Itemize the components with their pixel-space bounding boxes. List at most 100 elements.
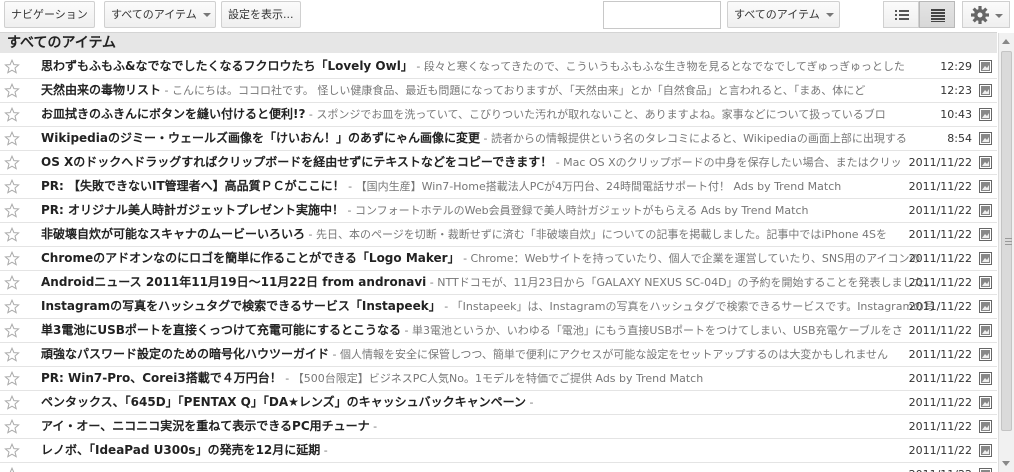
scrollbar[interactable] [998, 33, 1014, 472]
list-item[interactable]: 非破壊自炊が可能なスキャナのムービーいろいろ - 先日、本のページを切断・裁断せ… [0, 223, 997, 247]
item-entry[interactable]: お皿拭きのふきんにボタンを縫い付けると便利!? - スポンジでお皿を洗っていて、… [41, 103, 933, 126]
list-item[interactable]: Chromeのアドオンなのにロゴを簡単に作ることができる「Logo Maker」… [0, 247, 997, 271]
item-snippet: - 【500台限定】ビジネスPC人気No。1モデルを特価でご提供 Ads by … [281, 372, 704, 385]
star-icon[interactable] [4, 347, 20, 363]
open-original-icon[interactable] [979, 276, 992, 289]
item-entry[interactable]: PR: 【失敗できないIT管理者へ】高品質ＰＣがここに！ - 【国内生産】Win… [41, 175, 933, 198]
list-item[interactable]: レノボ、「IdeaPad U300s」の発売を12月に延期 - 2011/11/… [0, 439, 997, 463]
open-original-icon[interactable] [979, 396, 992, 409]
item-snippet: - スポンジでお皿を洗っていて、こびりついた汚れが取れないこと、ありますよね。家… [305, 108, 886, 121]
item-entry[interactable]: Androidニュース 2011年11月19日〜11月22日 from andr… [41, 271, 933, 294]
star-icon[interactable] [4, 251, 20, 267]
list-item[interactable]: 単3電池にUSBポートを直接くっつけて充電可能にするとこうなる - 単3電池とい… [0, 319, 997, 343]
open-original-icon[interactable] [979, 348, 992, 361]
list-item[interactable]: 天然由来の毒物リスト - こんにちは。ココロ社です。 怪しい健康食品、最近も問題… [0, 79, 997, 103]
star-icon[interactable] [4, 443, 20, 459]
item-date: 2011/11/22 [908, 324, 972, 337]
open-original-icon[interactable] [979, 252, 992, 265]
item-entry[interactable]: PR: Win7-Pro、Corei3搭載で４万円台！ - 【500台限定】ビジ… [41, 367, 933, 390]
list-item[interactable]: PR: オリジナル美人時計ガジェットプレゼント実施中！ - コンフォートホテルの… [0, 199, 997, 223]
item-entry[interactable]: アイ・オー、ニコニコ実況を重ねて表示できるPC用チューナ - [41, 415, 933, 438]
navigation-dropdown[interactable]: ナビゲーション [4, 1, 95, 28]
item-date: 12:23 [940, 84, 972, 97]
list-item[interactable]: OS Xのドックへドラッグすればクリップボードを経由せずにテキストなどをコピーで… [0, 151, 997, 175]
item-entry[interactable]: Chromeのアドオンなのにロゴを簡単に作ることができる「Logo Maker」… [41, 247, 933, 270]
search-scope-dropdown-label: すべてのアイテム [734, 8, 820, 21]
item-date: 2011/11/22 [909, 463, 972, 472]
list-item[interactable]: お皿拭きのふきんにボタンを縫い付けると便利!? - スポンジでお皿を洗っていて、… [0, 103, 997, 127]
item-entry[interactable] [41, 463, 933, 472]
search-input[interactable] [603, 1, 721, 29]
open-original-icon[interactable] [979, 444, 992, 457]
list-item[interactable]: ペンタックス、「645D」「PENTAX Q」「DA★レンズ」のキャッシュバック… [0, 391, 997, 415]
item-date: 2011/11/22 [908, 396, 972, 409]
star-icon[interactable] [4, 467, 20, 472]
expanded-view-button[interactable] [919, 1, 955, 28]
scroll-down-icon[interactable] [1002, 461, 1010, 466]
item-entry[interactable]: 非破壊自炊が可能なスキャナのムービーいろいろ - 先日、本のページを切断・裁断せ… [41, 223, 933, 246]
item-snippet: - コンフォートホテルのWeb会員登録で美人時計ガジェットがもらえる Ads b… [344, 204, 809, 217]
list-item[interactable]: PR: Win7-Pro、Corei3搭載で４万円台！ - 【500台限定】ビジ… [0, 367, 997, 391]
star-icon[interactable] [4, 83, 20, 99]
item-title: 単3電池にUSBポートを直接くっつけて充電可能にするとこうなる [41, 323, 402, 337]
open-original-icon[interactable] [979, 372, 992, 385]
star-icon[interactable] [4, 107, 20, 123]
star-icon[interactable] [4, 419, 20, 435]
star-icon[interactable] [4, 323, 20, 339]
open-original-icon[interactable] [979, 132, 992, 145]
open-original-icon[interactable] [979, 108, 992, 121]
list-item[interactable]: PR: 【失敗できないIT管理者へ】高品質ＰＣがここに！ - 【国内生産】Win… [0, 175, 997, 199]
open-original-icon[interactable] [979, 324, 992, 337]
item-entry[interactable]: 思わずもふもふ&なでなでしたくなるフクロウたち「Lovely Owl」 - 段々… [41, 55, 933, 78]
star-icon[interactable] [4, 299, 20, 315]
item-title: Chromeのアドオンなのにロゴを簡単に作ることができる「Logo Maker」 [41, 251, 460, 265]
star-icon[interactable] [4, 227, 20, 243]
star-icon[interactable] [4, 371, 20, 387]
open-original-icon[interactable] [979, 468, 992, 472]
star-icon[interactable] [4, 395, 20, 411]
open-original-icon[interactable] [979, 156, 992, 169]
item-entry[interactable]: 天然由来の毒物リスト - こんにちは。ココロ社です。 怪しい健康食品、最近も問題… [41, 79, 933, 102]
star-icon[interactable] [4, 275, 20, 291]
search-scope-dropdown[interactable]: すべてのアイテム [727, 1, 840, 28]
star-icon[interactable] [4, 203, 20, 219]
open-original-icon[interactable] [979, 180, 992, 193]
item-snippet: - NTTドコモが、11月23日から「GALAXY NEXUS SC-04D」の… [426, 276, 933, 289]
item-entry[interactable]: 単3電池にUSBポートを直接くっつけて充電可能にするとこうなる - 単3電池とい… [41, 319, 933, 342]
item-entry[interactable]: PR: オリジナル美人時計ガジェットプレゼント実施中！ - コンフォートホテルの… [41, 199, 933, 222]
open-original-icon[interactable] [979, 420, 992, 433]
scroll-up-icon[interactable] [1002, 39, 1010, 44]
item-entry[interactable]: OS Xのドックへドラッグすればクリップボードを経由せずにテキストなどをコピーで… [41, 151, 933, 174]
view-settings-dropdown[interactable]: 設定を表示... [221, 1, 301, 28]
open-original-icon[interactable] [979, 60, 992, 73]
list-item[interactable]: Instagramの写真をハッシュタグで検索できるサービス「Instapeek」… [0, 295, 997, 319]
item-list: 思わずもふもふ&なでなでしたくなるフクロウたち「Lovely Owl」 - 段々… [0, 55, 997, 472]
list-item[interactable]: 2011/11/22 [0, 463, 997, 472]
list-item[interactable]: 頑強なパスワード設定のための暗号化ハウツーガイド - 個人情報を安全に保管しつつ… [0, 343, 997, 367]
item-snippet: - 先日、本のページを切断・裁断せずに済む「非破壊自炊」についての記事を掲載しま… [305, 228, 888, 241]
filter-dropdown[interactable]: すべてのアイテム [104, 1, 216, 28]
open-original-icon[interactable] [979, 84, 992, 97]
item-entry[interactable]: Instagramの写真をハッシュタグで検索できるサービス「Instapeek」… [41, 295, 933, 318]
scroll-thumb[interactable] [1001, 51, 1012, 431]
list-item[interactable]: Androidニュース 2011年11月19日〜11月22日 from andr… [0, 271, 997, 295]
item-entry[interactable]: Wikipediaのジミー・ウェールズ画像を「けいおん！」のあずにゃん画像に変更… [41, 127, 933, 150]
list-item[interactable]: アイ・オー、ニコニコ実況を重ねて表示できるPC用チューナ - 2011/11/2… [0, 415, 997, 439]
list-item[interactable]: Wikipediaのジミー・ウェールズ画像を「けいおん！」のあずにゃん画像に変更… [0, 127, 997, 151]
list-view-button[interactable] [883, 1, 919, 28]
item-title: 頑強なパスワード設定のための暗号化ハウツーガイド [41, 347, 330, 361]
settings-button[interactable] [962, 1, 1010, 28]
star-icon[interactable] [4, 131, 20, 147]
item-snippet: - Mac OS Xのクリップボードの中身を保存したい場合、またはクリッ [552, 156, 902, 169]
chevron-down-icon [299, 13, 300, 17]
star-icon[interactable] [4, 179, 20, 195]
star-icon[interactable] [4, 155, 20, 171]
open-original-icon[interactable] [979, 300, 992, 313]
open-original-icon[interactable] [979, 204, 992, 217]
star-icon[interactable] [4, 59, 20, 75]
list-item[interactable]: 思わずもふもふ&なでなでしたくなるフクロウたち「Lovely Owl」 - 段々… [0, 55, 997, 79]
item-entry[interactable]: レノボ、「IdeaPad U300s」の発売を12月に延期 - [41, 439, 933, 462]
open-original-icon[interactable] [979, 228, 992, 241]
item-entry[interactable]: 頑強なパスワード設定のための暗号化ハウツーガイド - 個人情報を安全に保管しつつ… [41, 343, 933, 366]
item-entry[interactable]: ペンタックス、「645D」「PENTAX Q」「DA★レンズ」のキャッシュバック… [41, 391, 933, 414]
